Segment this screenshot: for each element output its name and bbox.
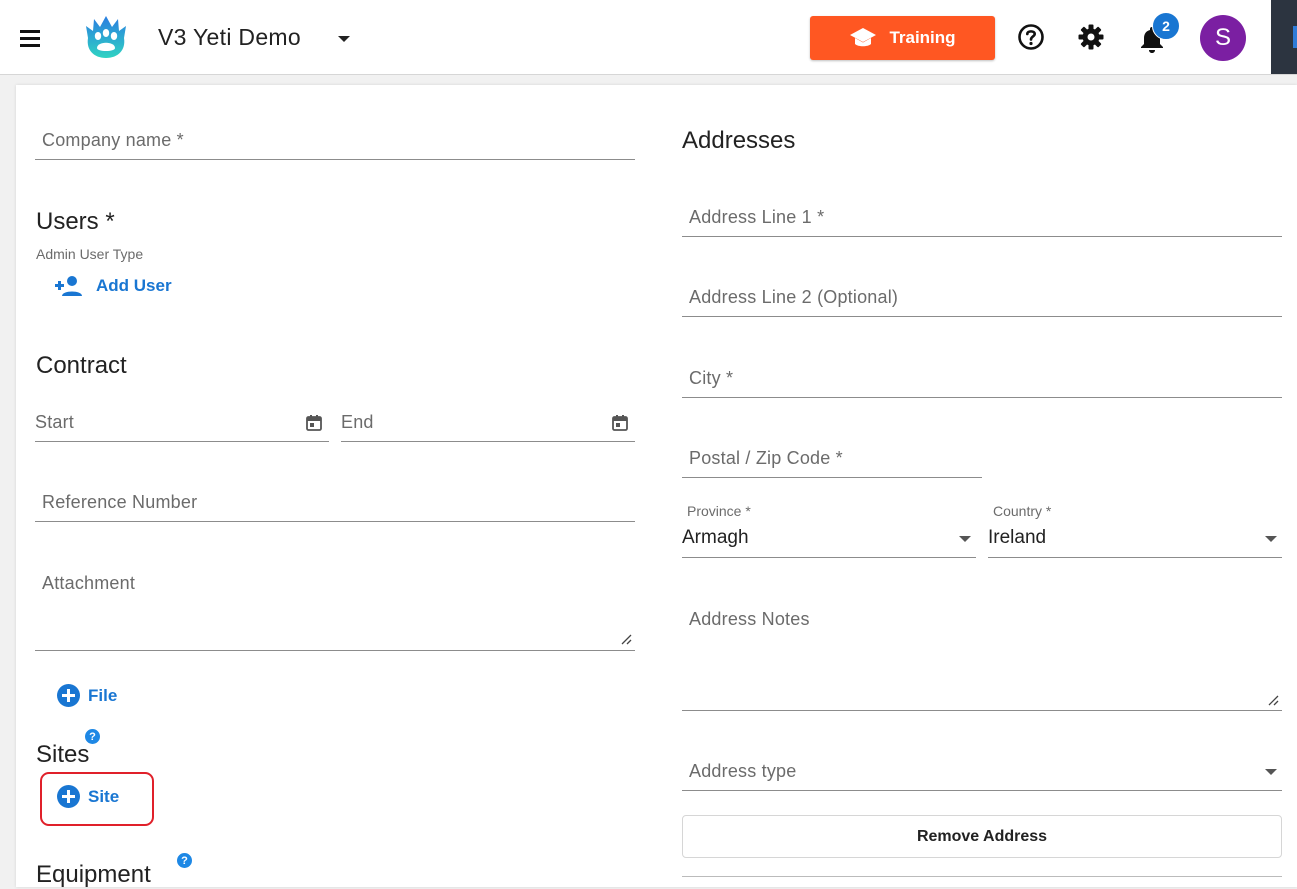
address-line1-placeholder: Address Line 1 * <box>689 207 825 227</box>
notification-count-badge[interactable]: 2 <box>1152 12 1180 40</box>
address-type-placeholder: Address type <box>689 761 797 781</box>
admin-user-type-label: Admin User Type <box>36 246 144 262</box>
app-title[interactable]: V3 Yeti Demo <box>158 24 301 51</box>
start-date-placeholder: Start <box>35 412 75 432</box>
address-type-select[interactable]: Address type <box>682 754 1282 791</box>
add-circle-icon <box>57 684 80 707</box>
chevron-down-icon[interactable] <box>338 36 350 42</box>
country-label: Country * <box>993 503 1052 519</box>
training-label: Training <box>889 28 956 47</box>
province-value: Armagh <box>682 527 749 548</box>
address-notes-textarea[interactable]: Address Notes <box>682 601 1282 711</box>
city-field[interactable]: City * <box>682 361 1282 398</box>
postal-code-field[interactable]: Postal / Zip Code * <box>682 441 982 478</box>
divider <box>682 876 1282 877</box>
person-add-icon <box>55 276 82 296</box>
equipment-section-title: Equipment <box>36 861 151 888</box>
user-avatar[interactable]: S <box>1200 15 1246 61</box>
remove-address-button[interactable]: Remove Address <box>682 815 1282 858</box>
add-user-button[interactable]: Add User <box>54 275 172 297</box>
province-label: Province * <box>687 503 751 519</box>
company-name-placeholder: Company name * <box>42 130 184 150</box>
attachment-textarea[interactable]: Attachment <box>35 565 635 651</box>
contract-start-date-field[interactable]: Start <box>35 405 329 442</box>
graduation-cap-icon <box>850 28 877 47</box>
country-value: Ireland <box>988 527 1047 548</box>
users-section-title: Users * <box>36 208 115 235</box>
site-button-highlight <box>40 772 154 826</box>
add-user-label: Add User <box>96 276 172 295</box>
help-circle-icon[interactable] <box>1016 22 1046 52</box>
add-file-button[interactable]: File <box>57 684 117 707</box>
top-app-bar: V3 Yeti Demo Training 2 S <box>0 0 1297 75</box>
yeti-paw-logo[interactable] <box>84 14 128 60</box>
resize-grip-icon[interactable] <box>1267 694 1279 706</box>
address-notes-placeholder: Address Notes <box>689 609 810 629</box>
add-file-label: File <box>88 685 118 705</box>
chevron-down-icon <box>1265 536 1277 542</box>
sites-help-icon[interactable]: ? <box>85 729 100 744</box>
address-line1-field[interactable]: Address Line 1 * <box>682 200 1282 237</box>
address-line2-placeholder: Address Line 2 (Optional) <box>689 287 899 307</box>
company-form-card: Company name * Users * Admin User Type A… <box>16 85 1297 888</box>
resize-grip-icon[interactable] <box>620 633 632 645</box>
province-select[interactable]: Province * Armagh <box>682 501 976 558</box>
chevron-down-icon <box>1265 769 1277 775</box>
contract-end-date-field[interactable]: End <box>341 405 635 442</box>
contract-section-title: Contract <box>36 352 127 379</box>
calendar-icon[interactable] <box>611 414 629 432</box>
chevron-down-icon <box>959 536 971 542</box>
company-name-field[interactable]: Company name * <box>35 123 635 160</box>
reference-number-field[interactable]: Reference Number <box>35 485 635 522</box>
side-panel-edge[interactable] <box>1271 0 1297 74</box>
attachment-placeholder: Attachment <box>42 573 136 593</box>
country-select[interactable]: Country * Ireland <box>988 501 1282 558</box>
reference-number-placeholder: Reference Number <box>42 492 198 512</box>
end-date-placeholder: End <box>341 412 374 432</box>
address-line2-field[interactable]: Address Line 2 (Optional) <box>682 280 1282 317</box>
addresses-section-title: Addresses <box>682 127 796 154</box>
menu-icon[interactable] <box>18 28 42 48</box>
city-placeholder: City * <box>689 368 734 388</box>
sites-section-title: Sites <box>36 741 90 768</box>
postal-code-placeholder: Postal / Zip Code * <box>689 448 843 468</box>
training-button[interactable]: Training <box>810 16 995 60</box>
gear-icon[interactable] <box>1076 22 1106 52</box>
equipment-help-icon[interactable]: ? <box>177 853 192 868</box>
calendar-icon[interactable] <box>305 414 323 432</box>
